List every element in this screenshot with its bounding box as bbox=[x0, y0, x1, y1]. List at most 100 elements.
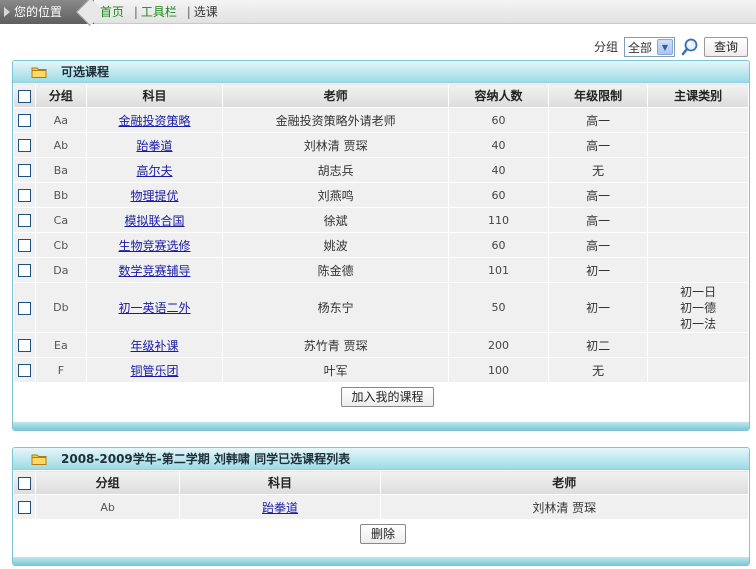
table-row: Ba 高尔夫 胡志兵 40 无 bbox=[13, 157, 749, 183]
main-category-item: 初一德 bbox=[680, 300, 717, 315]
subject-link[interactable]: 跆拳道 bbox=[136, 139, 172, 153]
triangle-icon bbox=[4, 7, 10, 17]
grade-cell: 初二 bbox=[547, 332, 649, 358]
table-row: Bb 物理提优 刘燕鸣 60 高一 bbox=[13, 182, 749, 208]
subject-link[interactable]: 跆拳道 bbox=[262, 501, 298, 515]
capacity-cell: 200 bbox=[448, 332, 549, 358]
query-button[interactable]: 查询 bbox=[704, 37, 748, 57]
row-checkbox[interactable] bbox=[17, 189, 31, 202]
row-checkbox[interactable] bbox=[17, 264, 31, 277]
row-checkbox[interactable] bbox=[17, 339, 31, 352]
grade-cell: 初一 bbox=[547, 282, 649, 333]
table-row: F 铜管乐团 叶军 100 无 bbox=[13, 357, 749, 383]
grade-cell: 初一 bbox=[547, 257, 649, 283]
subject-link[interactable]: 物理提优 bbox=[130, 189, 178, 203]
main-category-cell bbox=[647, 157, 749, 183]
group-cell: F bbox=[34, 357, 87, 383]
capacity-cell: 40 bbox=[448, 157, 549, 183]
column-header: 科目 bbox=[179, 470, 381, 495]
table-row: Ab 跆拳道 刘林清 贾琛 40 高一 bbox=[13, 132, 749, 158]
row-checkbox[interactable] bbox=[17, 114, 31, 127]
selected-courses-table: 分组 科目 老师 Ab 跆拳道 刘林清 贾琛 bbox=[13, 470, 749, 520]
subject-link[interactable]: 初一英语二外 bbox=[118, 301, 190, 315]
available-courses-panel: 可选课程 分组 科目 老师 容纳人数 年级限制 主课类别 Aa 金融投资策略 金… bbox=[12, 60, 750, 431]
table-row: Db 初一英语二外 杨东宁 50 初一 初一日 初一德 初一法 bbox=[13, 282, 749, 333]
column-header: 分组 bbox=[34, 470, 181, 495]
capacity-cell: 40 bbox=[448, 132, 549, 158]
table-row: Ca 模拟联合国 徐斌 110 高一 bbox=[13, 207, 749, 233]
breadcrumb-bar: 您的位置 首页 | 工具栏 | 选课 bbox=[0, 0, 756, 27]
grade-cell: 高一 bbox=[547, 132, 649, 158]
row-checkbox[interactable] bbox=[17, 139, 31, 152]
chevron-down-icon[interactable]: ▼ bbox=[657, 39, 673, 55]
available-courses-table: 分组 科目 老师 容纳人数 年级限制 主课类别 Aa 金融投资策略 金融投资策略… bbox=[13, 83, 749, 383]
group-cell: Bb bbox=[34, 182, 87, 208]
select-all-checkbox[interactable] bbox=[17, 89, 31, 103]
breadcrumb-toolbar-link[interactable]: 工具栏 bbox=[141, 5, 177, 19]
grade-cell: 高一 bbox=[547, 182, 649, 208]
main-category-cell bbox=[647, 332, 749, 358]
grade-cell: 无 bbox=[547, 357, 649, 383]
teacher-cell: 刘燕鸣 bbox=[222, 182, 450, 208]
search-icon[interactable] bbox=[681, 38, 699, 56]
select-all-cell bbox=[13, 83, 36, 108]
teacher-cell: 金融投资策略外请老师 bbox=[222, 107, 450, 133]
row-checkbox[interactable] bbox=[17, 364, 31, 377]
teacher-cell: 苏竹青 贾琛 bbox=[222, 332, 450, 358]
panel-header: 2008-2009学年-第二学期 刘韩啸 同学已选课程列表 bbox=[13, 448, 749, 470]
group-cell: Aa bbox=[34, 107, 87, 133]
column-header: 科目 bbox=[85, 83, 224, 108]
row-checkbox[interactable] bbox=[17, 214, 31, 227]
row-checkbox[interactable] bbox=[17, 501, 31, 514]
group-cell: Cb bbox=[34, 232, 87, 258]
capacity-cell: 60 bbox=[448, 232, 549, 258]
table-row: Ab 跆拳道 刘林清 贾琛 bbox=[13, 494, 749, 520]
subject-link[interactable]: 铜管乐团 bbox=[130, 364, 178, 378]
select-all-checkbox[interactable] bbox=[17, 476, 31, 490]
main-category-item: 初一日 bbox=[680, 284, 717, 299]
panel-footer bbox=[13, 557, 749, 565]
row-checkbox[interactable] bbox=[17, 164, 31, 177]
panel-header: 可选课程 bbox=[13, 61, 749, 83]
main-category-cell bbox=[647, 232, 749, 258]
teacher-cell: 刘林清 贾琛 bbox=[379, 494, 749, 520]
group-cell: Ca bbox=[34, 207, 87, 233]
capacity-cell: 110 bbox=[448, 207, 549, 233]
panel-footer bbox=[13, 422, 749, 430]
subject-link[interactable]: 数学竞赛辅导 bbox=[118, 264, 190, 278]
breadcrumb-current: 选课 bbox=[193, 5, 218, 19]
capacity-cell: 101 bbox=[448, 257, 549, 283]
table-row: Ea 年级补课 苏竹青 贾琛 200 初二 bbox=[13, 332, 749, 358]
main-category-cell: 初一日 初一德 初一法 bbox=[647, 282, 749, 333]
group-cell: Ba bbox=[34, 157, 87, 183]
group-cell: Db bbox=[34, 282, 87, 333]
group-cell: Ab bbox=[34, 494, 181, 520]
teacher-cell: 徐斌 bbox=[222, 207, 450, 233]
subject-link[interactable]: 高尔夫 bbox=[136, 164, 172, 178]
subject-link[interactable]: 模拟联合国 bbox=[124, 214, 184, 228]
main-category-cell bbox=[647, 107, 749, 133]
folder-icon bbox=[31, 454, 47, 465]
main-category-cell bbox=[647, 357, 749, 383]
teacher-cell: 叶军 bbox=[222, 357, 450, 383]
group-select[interactable]: 全部 ▼ bbox=[624, 37, 675, 57]
location-label: 您的位置 bbox=[14, 5, 63, 19]
subject-link[interactable]: 金融投资策略 bbox=[118, 114, 190, 128]
breadcrumb-home-link[interactable]: 首页 bbox=[100, 5, 124, 19]
capacity-cell: 50 bbox=[448, 282, 549, 333]
breadcrumb: 首页 | 工具栏 | 选课 bbox=[100, 5, 218, 19]
action-bar: 加入我的课程 bbox=[13, 383, 749, 411]
panel-title: 可选课程 bbox=[61, 65, 110, 79]
grade-cell: 无 bbox=[547, 157, 649, 183]
subject-link[interactable]: 年级补课 bbox=[130, 339, 178, 353]
row-checkbox[interactable] bbox=[17, 301, 31, 315]
row-checkbox[interactable] bbox=[17, 239, 31, 252]
subject-link[interactable]: 生物竞赛选修 bbox=[118, 239, 190, 253]
add-to-my-courses-button[interactable]: 加入我的课程 bbox=[341, 387, 434, 407]
delete-button[interactable]: 删除 bbox=[360, 524, 406, 544]
teacher-cell: 陈金德 bbox=[222, 257, 450, 283]
capacity-cell: 60 bbox=[448, 182, 549, 208]
group-cell: Ea bbox=[34, 332, 87, 358]
column-header: 年级限制 bbox=[547, 83, 649, 108]
table-row: Aa 金融投资策略 金融投资策略外请老师 60 高一 bbox=[13, 107, 749, 133]
